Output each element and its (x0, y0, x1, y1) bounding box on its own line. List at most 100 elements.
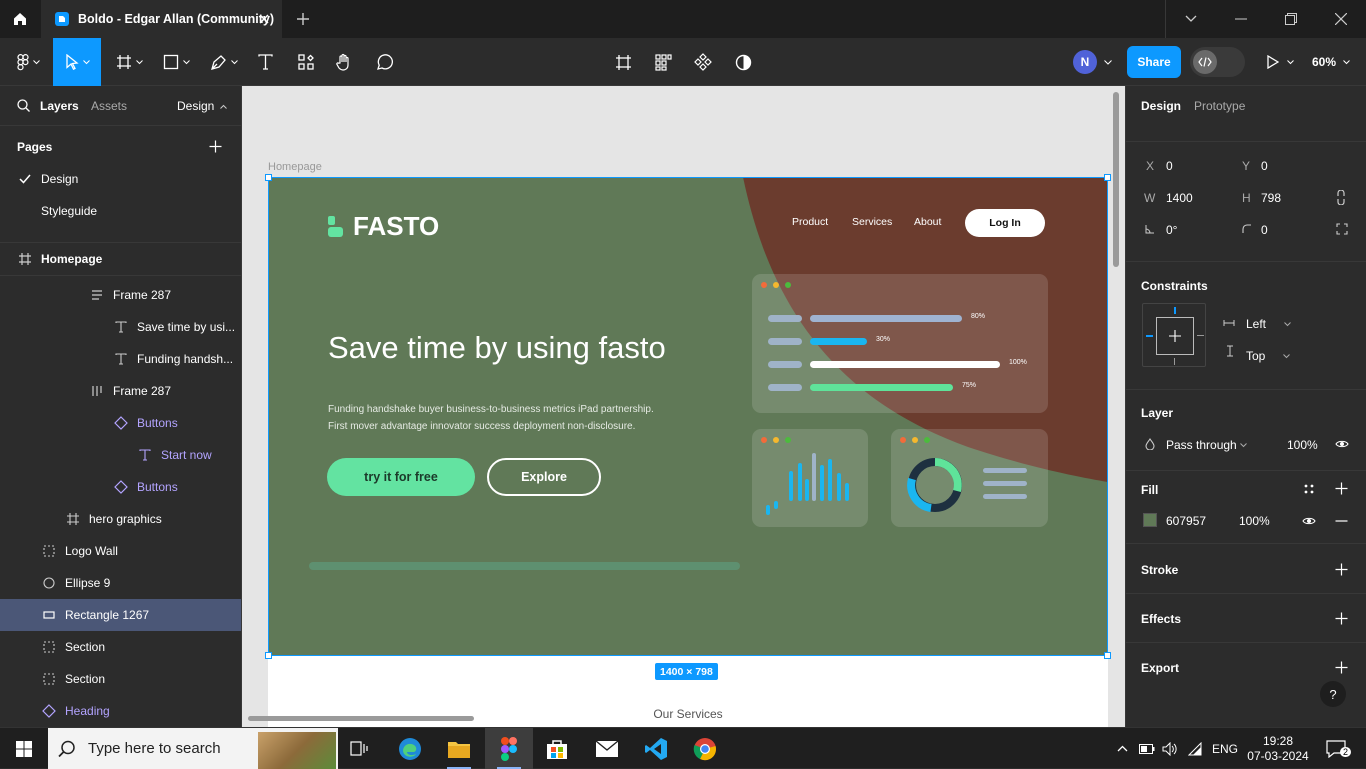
share-button[interactable]: Share (1127, 46, 1181, 78)
page-dropdown[interactable]: Design (177, 99, 227, 113)
add-fill-icon[interactable] (1335, 482, 1348, 495)
resize-handle[interactable] (1104, 652, 1111, 659)
style-grid-icon[interactable] (1303, 483, 1315, 495)
tabs-dropdown-button[interactable] (1166, 0, 1216, 38)
help-button[interactable]: ? (1320, 681, 1346, 707)
resize-handle[interactable] (265, 652, 272, 659)
constraint-right-line[interactable] (1197, 335, 1204, 336)
resources-tool[interactable] (293, 38, 319, 86)
layer-opacity-input[interactable]: 100% (1287, 438, 1318, 452)
layer-row-text[interactable]: Funding handsh... (0, 343, 241, 375)
resize-handle[interactable] (1104, 174, 1111, 181)
volume-control[interactable] (1160, 728, 1180, 769)
layer-row-ellipse-9[interactable]: Ellipse 9 (0, 567, 241, 599)
nav-product[interactable]: Product (792, 216, 828, 228)
close-window-button[interactable] (1316, 0, 1366, 38)
search-icon[interactable] (17, 99, 30, 112)
network-indicator[interactable] (1186, 728, 1206, 769)
layer-row-text[interactable]: Save time by usi... (0, 311, 241, 343)
main-menu-button[interactable] (10, 38, 46, 86)
eye-icon[interactable] (1302, 516, 1316, 526)
homepage-hero-frame[interactable]: FASTO Product Services About Log In Save… (268, 177, 1108, 656)
eye-icon[interactable] (1335, 439, 1349, 449)
layer-row-homepage[interactable]: Homepage (0, 243, 241, 275)
layout-grid-tool[interactable] (650, 38, 676, 86)
constraint-h-dropdown-label[interactable]: Left (1246, 317, 1266, 331)
constraint-left-line[interactable] (1146, 335, 1153, 337)
add-stroke-icon[interactable] (1335, 563, 1348, 576)
rotation-input[interactable]: 0° (1166, 223, 1177, 237)
add-page-icon[interactable] (209, 140, 222, 153)
fill-hex-input[interactable]: 607957 (1166, 514, 1206, 528)
edge-app[interactable] (386, 728, 434, 769)
language-indicator[interactable]: ENG (1210, 728, 1240, 769)
comment-tool[interactable] (371, 38, 397, 86)
x-input[interactable]: 0 (1166, 159, 1173, 173)
layer-row-section[interactable]: Section (0, 631, 241, 663)
constraint-v-dropdown-label[interactable]: Top (1246, 349, 1265, 363)
file-tab[interactable]: Boldo - Edgar Allan (Community) (41, 0, 282, 38)
add-export-icon[interactable] (1335, 661, 1348, 674)
task-view-button[interactable] (336, 728, 384, 769)
layer-row-heading[interactable]: Heading (0, 695, 241, 727)
blend-mode-dropdown[interactable]: Pass through (1166, 438, 1237, 452)
constraint-bottom-line[interactable] (1174, 358, 1175, 365)
minimize-button[interactable] (1216, 0, 1266, 38)
plus-icon[interactable] (295, 11, 311, 27)
layer-row-section[interactable]: Section (0, 663, 241, 695)
constraint-top-line[interactable] (1174, 307, 1176, 314)
mail-app[interactable] (583, 728, 631, 769)
tab-layers[interactable]: Layers (40, 99, 79, 113)
layer-row-hero-graphics[interactable]: hero graphics (0, 503, 241, 535)
height-input[interactable]: 798 (1261, 191, 1281, 205)
page-item-design[interactable]: Design (0, 163, 241, 195)
crop-tool[interactable] (610, 38, 636, 86)
notification-center-button[interactable]: 2 (1318, 728, 1354, 769)
pen-tool[interactable] (204, 38, 244, 86)
nav-about[interactable]: About (914, 216, 941, 228)
chrome-app[interactable] (681, 728, 729, 769)
independent-corners-icon[interactable] (1336, 223, 1348, 235)
layer-row-start-now[interactable]: Start now (0, 439, 241, 471)
close-tab-button[interactable] (256, 11, 272, 27)
vertical-scrollbar[interactable] (1113, 92, 1119, 267)
remove-fill-icon[interactable] (1335, 520, 1348, 522)
corner-radius-input[interactable]: 0 (1261, 223, 1268, 237)
resize-handle[interactable] (265, 174, 272, 181)
store-app[interactable] (533, 728, 581, 769)
home-button[interactable] (0, 0, 40, 38)
multiplayer-dropdown[interactable] (1100, 38, 1116, 86)
file-explorer-app[interactable] (435, 728, 483, 769)
shape-tool[interactable] (157, 38, 195, 86)
user-avatar[interactable]: N (1073, 50, 1097, 74)
clock[interactable]: 19:28 07-03-2024 (1246, 728, 1310, 769)
layer-row-frame-287[interactable]: Frame 287 (0, 375, 241, 407)
layer-row-frame-287[interactable]: Frame 287 (0, 279, 241, 311)
tray-overflow-button[interactable] (1113, 728, 1131, 769)
layer-row-rectangle-1267[interactable]: Rectangle 1267 (0, 599, 241, 631)
constraints-widget[interactable] (1142, 303, 1206, 367)
restore-button[interactable] (1266, 0, 1316, 38)
present-button[interactable] (1262, 38, 1298, 86)
tab-design[interactable]: Design (1141, 99, 1181, 113)
zoom-level[interactable]: 60% (1312, 55, 1351, 69)
layer-row-logo-wall[interactable]: Logo Wall (0, 535, 241, 567)
explore-button[interactable]: Explore (487, 458, 601, 496)
width-input[interactable]: 1400 (1166, 191, 1193, 205)
horizontal-scrollbar[interactable] (248, 716, 474, 721)
page-item-styleguide[interactable]: Styleguide (0, 195, 241, 227)
fill-opacity-input[interactable]: 100% (1239, 514, 1270, 528)
frame-tool[interactable] (110, 38, 148, 86)
nav-services[interactable]: Services (852, 216, 892, 228)
hand-tool[interactable] (331, 38, 357, 86)
tab-prototype[interactable]: Prototype (1194, 99, 1245, 113)
start-button[interactable] (0, 728, 48, 769)
battery-indicator[interactable] (1138, 728, 1156, 769)
layer-row-buttons[interactable]: Buttons (0, 407, 241, 439)
fill-color-swatch[interactable] (1143, 513, 1157, 527)
figma-app[interactable] (485, 728, 533, 769)
contrast-tool[interactable] (730, 38, 756, 86)
vscode-app[interactable] (632, 728, 680, 769)
constrain-proportions-icon[interactable] (1336, 190, 1346, 205)
component-tool[interactable] (690, 38, 716, 86)
